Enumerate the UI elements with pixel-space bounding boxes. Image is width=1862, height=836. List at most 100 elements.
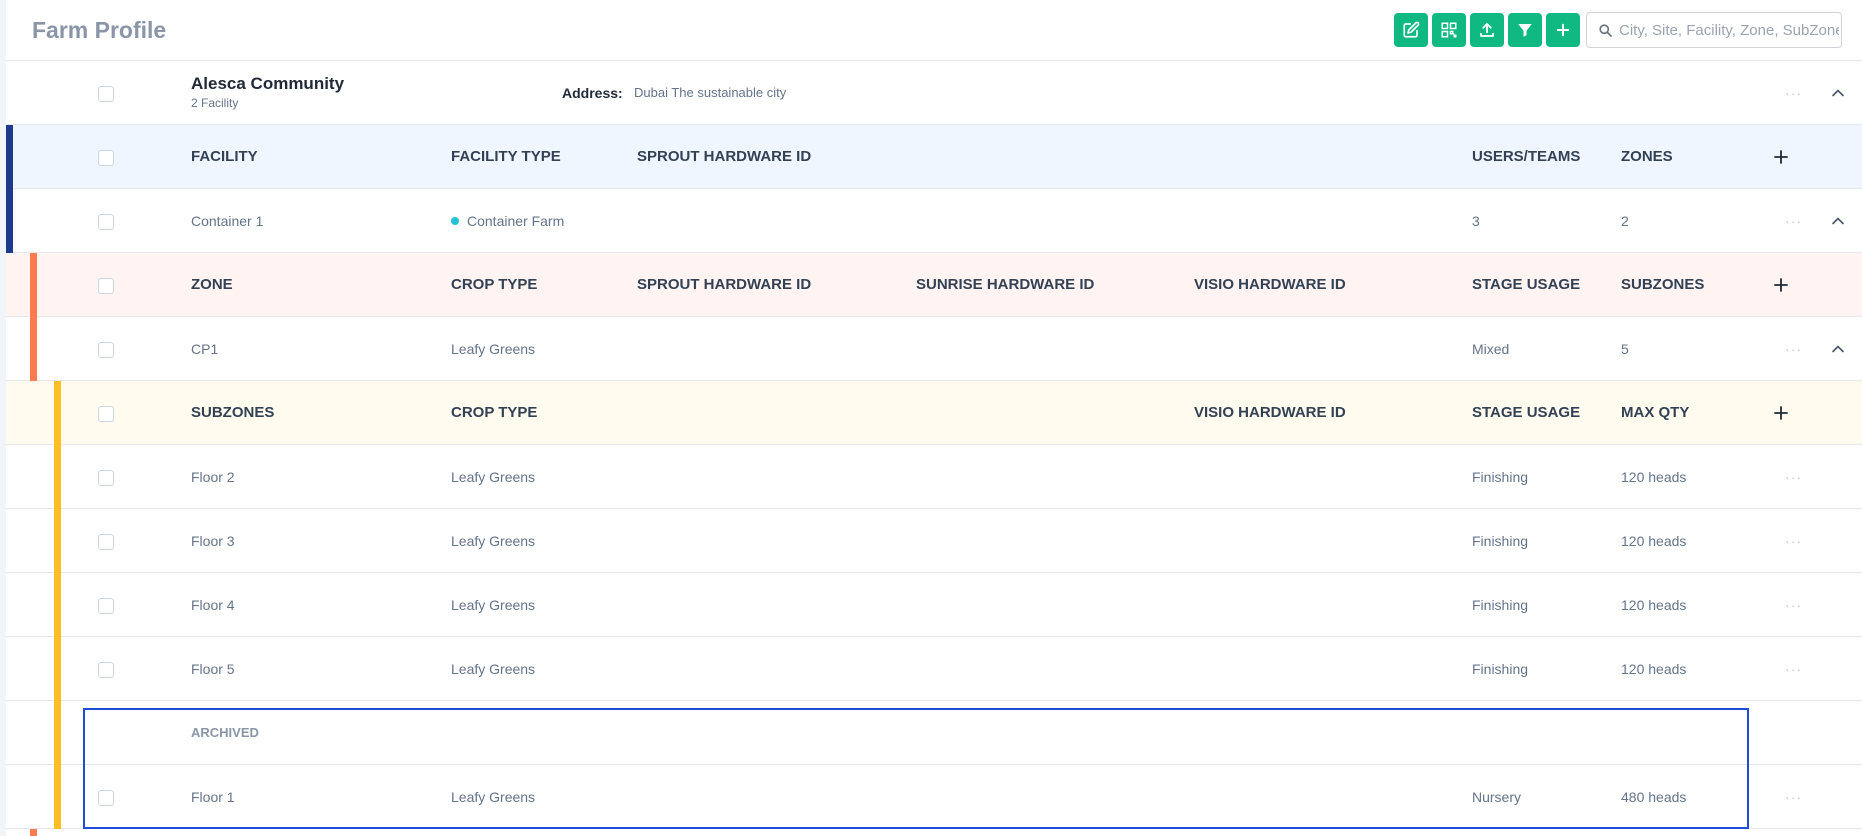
subzone-more-menu[interactable]: ··· [1785, 445, 1802, 509]
archived-label: ARCHIVED [191, 725, 259, 740]
row-checkbox[interactable] [98, 470, 114, 486]
plus-icon [1556, 23, 1570, 37]
column-header-visio-hardware-id[interactable]: VISIO HARDWARE ID [1194, 253, 1346, 317]
facility-more-menu[interactable]: ··· [1785, 189, 1802, 253]
subzone-stage-usage: Finishing [1472, 533, 1529, 549]
subzone-name: Floor 3 [191, 533, 235, 549]
subzone-max-qty: 120 heads [1621, 597, 1687, 613]
table-row-zone[interactable]: CP1 Leafy Greens Mixed 5 ··· [6, 317, 1862, 381]
column-header-crop-type[interactable]: CROP TYPE [451, 253, 537, 317]
facility-table-header: FACILITY FACILITY TYPE SPROUT HARDWARE I… [6, 125, 1862, 189]
chevron-up-icon[interactable] [1830, 85, 1846, 101]
qr-code-button[interactable] [1432, 13, 1466, 47]
zone-level-bar-continuation [30, 829, 37, 836]
add-subzone-plus-icon[interactable] [1771, 403, 1791, 423]
subzone-crop-type: Leafy Greens [451, 533, 536, 549]
column-header-max-qty[interactable]: MAX QTY [1621, 381, 1689, 445]
table-row-subzone[interactable]: Floor 5 Leafy Greens Finishing 120 heads… [6, 637, 1862, 701]
column-header-sprout-hardware-id[interactable]: SPROUT HARDWARE ID [637, 253, 811, 317]
row-checkbox[interactable] [98, 342, 114, 358]
zone-select-all-checkbox[interactable] [98, 278, 114, 294]
site-name: Alesca Community [191, 74, 345, 93]
table-row-subzone[interactable]: Floor 2 Leafy Greens Finishing 120 heads… [6, 445, 1862, 509]
subzone-crop-type: Leafy Greens [451, 469, 536, 485]
address-label: Address: [562, 85, 623, 101]
archived-section-header: ARCHIVED [6, 701, 1862, 765]
zone-more-menu[interactable]: ··· [1785, 317, 1802, 381]
chevron-up-icon[interactable] [1830, 213, 1846, 229]
column-header-sprout-hardware-id[interactable]: SPROUT HARDWARE ID [637, 125, 811, 189]
table-row-subzone[interactable]: Floor 4 Leafy Greens Finishing 120 heads… [6, 573, 1862, 637]
subzone-crop-type: Leafy Greens [451, 597, 536, 613]
filter-icon [1518, 24, 1532, 37]
add-facility-plus-icon[interactable] [1771, 147, 1791, 167]
column-header-users-teams[interactable]: USERS/TEAMS [1472, 125, 1580, 189]
subzone-select-all-checkbox[interactable] [98, 406, 114, 422]
subzone-level-bar [54, 381, 61, 829]
add-button[interactable] [1546, 13, 1580, 47]
table-row-archived-subzone[interactable]: Floor 1 Leafy Greens Nursery 480 heads ·… [6, 765, 1862, 829]
subzone-more-menu[interactable]: ··· [1785, 509, 1802, 573]
table-row-subzone[interactable]: Floor 3 Leafy Greens Finishing 120 heads… [6, 509, 1862, 573]
subzone-name: Floor 5 [191, 661, 235, 677]
address-value: Dubai The sustainable city [634, 85, 787, 100]
column-header-facility-type[interactable]: FACILITY TYPE [451, 125, 561, 189]
search-input[interactable] [1619, 13, 1839, 47]
subzone-max-qty: 480 heads [1621, 789, 1687, 805]
upload-icon [1480, 23, 1494, 37]
facility-name: Container 1 [191, 213, 264, 229]
facility-type-label: Container Farm [467, 213, 565, 229]
site-row[interactable]: Alesca Community 2 Facility Address: Dub… [6, 61, 1862, 125]
subzone-crop-type: Leafy Greens [451, 661, 536, 677]
subzone-more-menu[interactable]: ··· [1785, 765, 1802, 829]
zone-table-header: ZONE CROP TYPE SPROUT HARDWARE ID SUNRIS… [6, 253, 1862, 317]
facility-type: Container Farm [451, 189, 564, 253]
column-header-zone[interactable]: ZONE [191, 253, 233, 317]
column-header-crop-type[interactable]: CROP TYPE [451, 381, 537, 445]
subzone-table-header: SUBZONES CROP TYPE VISIO HARDWARE ID STA… [6, 381, 1862, 445]
row-checkbox[interactable] [98, 598, 114, 614]
subzone-stage-usage: Finishing [1472, 597, 1529, 613]
subzone-max-qty: 120 heads [1621, 533, 1687, 549]
column-header-subzones[interactable]: SUBZONES [1621, 253, 1704, 317]
add-zone-plus-icon[interactable] [1771, 275, 1791, 295]
search-icon [1599, 24, 1612, 37]
site-more-menu[interactable]: ··· [1785, 61, 1802, 125]
zone-crop-type: Leafy Greens [451, 341, 536, 357]
page-title: Farm Profile [32, 17, 167, 43]
upload-button[interactable] [1470, 13, 1504, 47]
row-checkbox[interactable] [98, 662, 114, 678]
zone-level-bar [30, 253, 37, 381]
column-header-stage-usage[interactable]: STAGE USAGE [1472, 381, 1580, 445]
facility-select-all-checkbox[interactable] [98, 150, 114, 166]
row-checkbox[interactable] [98, 534, 114, 550]
site-checkbox[interactable] [98, 86, 114, 102]
row-checkbox[interactable] [98, 790, 114, 806]
subzone-stage-usage: Nursery [1472, 789, 1522, 805]
table-row-facility[interactable]: Container 1 Container Farm 3 2 ··· [6, 189, 1862, 253]
column-header-zones[interactable]: ZONES [1621, 125, 1673, 189]
chevron-up-icon[interactable] [1830, 341, 1846, 357]
subzone-max-qty: 120 heads [1621, 661, 1687, 677]
facility-users-teams: 3 [1472, 213, 1480, 229]
zone-stage-usage: Mixed [1472, 341, 1510, 357]
qr-code-icon [1441, 22, 1457, 38]
column-header-subzones[interactable]: SUBZONES [191, 381, 274, 445]
column-header-stage-usage[interactable]: STAGE USAGE [1472, 253, 1580, 317]
subzone-max-qty: 120 heads [1621, 469, 1687, 485]
subzone-stage-usage: Finishing [1472, 469, 1529, 485]
zone-subzones: 5 [1621, 341, 1629, 357]
column-header-sunrise-hardware-id[interactable]: SUNRISE HARDWARE ID [916, 253, 1094, 317]
site-facility-count: 2 Facility [191, 96, 239, 110]
filter-button[interactable] [1508, 13, 1542, 47]
subzone-more-menu[interactable]: ··· [1785, 573, 1802, 637]
facility-zones: 2 [1621, 213, 1629, 229]
search-box[interactable] [1586, 12, 1842, 48]
subzone-name: Floor 2 [191, 469, 235, 485]
edit-button[interactable] [1394, 13, 1428, 47]
column-header-facility[interactable]: FACILITY [191, 125, 258, 189]
column-header-visio-hardware-id[interactable]: VISIO HARDWARE ID [1194, 381, 1346, 445]
subzone-more-menu[interactable]: ··· [1785, 637, 1802, 701]
row-checkbox[interactable] [98, 214, 114, 230]
subzone-crop-type: Leafy Greens [451, 789, 536, 805]
